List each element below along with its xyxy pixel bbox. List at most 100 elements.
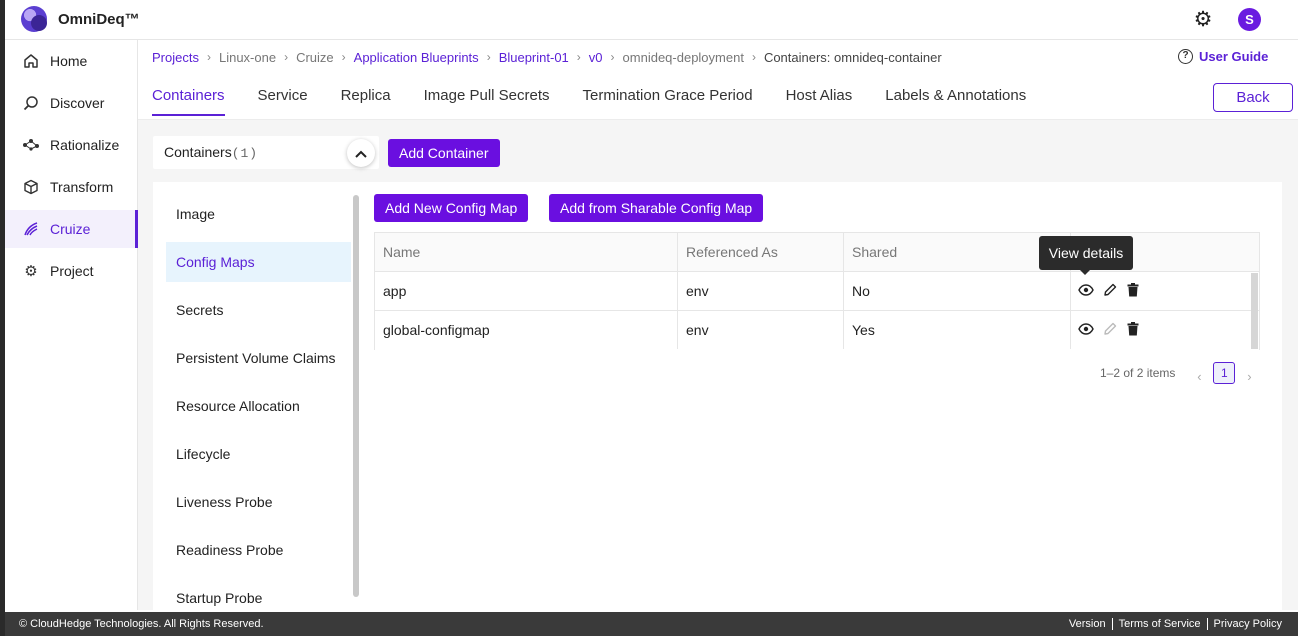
sidebar-item-project[interactable]: ⚙ Project [5, 252, 138, 290]
user-guide-label: User Guide [1199, 49, 1269, 64]
pagination: 1–2 of 2 items ‹ 1 › [1100, 361, 1259, 385]
footer-links: Version Terms of Service Privacy Policy [1063, 618, 1288, 630]
footer: © CloudHedge Technologies. All Rights Re… [5, 612, 1298, 636]
copyright-text: © CloudHedge Technologies. All Rights Re… [19, 618, 264, 630]
cell-name: global-configmap [375, 311, 678, 349]
view-details-tooltip: View details [1039, 236, 1133, 275]
subnav-readiness-probe[interactable]: Readiness Probe [166, 530, 351, 570]
cell-actions [1071, 272, 1259, 310]
sidebar-item-cruize[interactable]: Cruize [5, 210, 138, 248]
footer-link-version[interactable]: Version [1063, 618, 1112, 630]
chevron-right-icon: › [341, 50, 346, 64]
tab-service[interactable]: Service [258, 80, 308, 116]
gear-icon: ⚙ [24, 263, 38, 280]
subnav-image[interactable]: Image [166, 194, 351, 234]
table-row: app env No [375, 272, 1259, 311]
edit-pencil-icon[interactable] [1102, 283, 1118, 299]
user-avatar[interactable]: S [1238, 8, 1261, 31]
chevron-right-icon: › [610, 50, 615, 64]
view-eye-icon[interactable] [1078, 283, 1094, 299]
tab-host-alias[interactable]: Host Alias [786, 80, 853, 116]
search-icon [22, 94, 40, 112]
sidebar-item-label: Discover [50, 95, 105, 111]
cell-referenced-as: env [678, 272, 844, 310]
tab-labels-annotations[interactable]: Labels & Annotations [885, 80, 1026, 116]
nodes-icon [22, 136, 40, 154]
help-icon: ? [1178, 49, 1193, 64]
breadcrumb-blueprint[interactable]: Blueprint-01 [499, 50, 569, 65]
subnav-liveness-probe[interactable]: Liveness Probe [166, 482, 351, 522]
footer-link-terms[interactable]: Terms of Service [1111, 618, 1207, 630]
delete-trash-icon[interactable] [1125, 322, 1141, 338]
cruize-icon [22, 220, 40, 238]
tab-image-pull-secrets[interactable]: Image Pull Secrets [424, 80, 550, 116]
sidebar-item-transform[interactable]: Transform [5, 168, 138, 206]
delete-trash-icon[interactable] [1125, 283, 1141, 299]
sidebar: Home Discover Rationalize Transform Crui… [5, 40, 138, 610]
sidebar-item-label: Cruize [50, 221, 91, 237]
subnav-startup-probe[interactable]: Startup Probe [166, 578, 351, 610]
sidebar-item-rationalize[interactable]: Rationalize [5, 126, 138, 164]
view-eye-icon[interactable] [1078, 322, 1094, 338]
tab-termination-grace-period[interactable]: Termination Grace Period [583, 80, 753, 116]
breadcrumb-linux-one: Linux-one [218, 49, 277, 65]
cell-shared: Yes [844, 311, 1071, 349]
next-page-chevron-right-icon[interactable]: › [1239, 369, 1259, 384]
brand-name: OmniDeq™ [58, 11, 140, 28]
cell-actions [1071, 311, 1259, 349]
sidebar-item-label: Transform [50, 179, 114, 195]
breadcrumb-current: Containers: omnideq-container [763, 49, 942, 65]
cell-shared: No [844, 272, 1071, 310]
column-header-name: Name [375, 233, 678, 271]
cube-icon [22, 178, 40, 196]
sidebar-item-label: Rationalize [50, 137, 120, 153]
prev-page-chevron-left-icon[interactable]: ‹ [1189, 369, 1209, 384]
sidebar-item-home[interactable]: Home [5, 42, 138, 80]
cell-referenced-as: env [678, 311, 844, 349]
tab-bar: Containers Service Replica Image Pull Se… [152, 80, 1059, 120]
breadcrumb-cruize: Cruize [296, 49, 334, 65]
column-header-shared: Shared [844, 233, 1071, 271]
breadcrumb: Projects › Linux-one › Cruize › Applicat… [152, 49, 942, 65]
user-guide-link[interactable]: ? User Guide [1178, 49, 1268, 64]
subnav-secrets[interactable]: Secrets [166, 290, 351, 330]
sidebar-item-discover[interactable]: Discover [5, 84, 138, 122]
settings-gear-icon[interactable]: ⚙ [1192, 9, 1214, 31]
edit-pencil-icon [1102, 322, 1118, 338]
subnav-scrollbar[interactable] [353, 195, 359, 597]
page-number-button[interactable]: 1 [1213, 362, 1236, 384]
sidebar-item-label: Home [50, 53, 88, 69]
tab-containers[interactable]: Containers [152, 80, 225, 116]
subnav-config-maps[interactable]: Config Maps [166, 242, 351, 282]
collapse-chevron-up-icon[interactable] [347, 139, 375, 167]
containers-selector[interactable]: Containers(1) [153, 136, 379, 169]
add-container-button[interactable]: Add Container [388, 139, 500, 167]
subnav-persistent-volume-claims[interactable]: Persistent Volume Claims [166, 338, 351, 378]
table-scrollbar[interactable] [1251, 273, 1258, 349]
back-button[interactable]: Back [1213, 83, 1293, 112]
breadcrumb-deployment: omnideq-deployment [622, 49, 744, 65]
chevron-right-icon: › [284, 50, 289, 64]
chevron-right-icon: › [486, 50, 491, 64]
containers-label: Containers(1) [164, 144, 258, 161]
cell-name: app [375, 272, 678, 310]
column-header-referenced-as: Referenced As [678, 233, 844, 271]
table-row: global-configmap env Yes [375, 311, 1259, 350]
add-new-config-map-button[interactable]: Add New Config Map [374, 194, 529, 222]
breadcrumb-application-blueprints[interactable]: Application Blueprints [354, 50, 479, 65]
chevron-right-icon: › [206, 50, 211, 64]
pagination-summary: 1–2 of 2 items [1100, 366, 1176, 380]
containers-title: Containers [164, 144, 232, 160]
omnideq-logo-icon[interactable] [21, 6, 47, 32]
subnav-resource-allocation[interactable]: Resource Allocation [166, 386, 351, 426]
add-sharable-config-map-button[interactable]: Add from Sharable Config Map [549, 194, 764, 222]
breadcrumb-version[interactable]: v0 [589, 50, 603, 65]
chevron-right-icon: › [751, 50, 756, 64]
tab-replica[interactable]: Replica [341, 80, 391, 116]
home-icon [22, 52, 40, 70]
containers-count: (1) [231, 146, 259, 161]
chevron-right-icon: › [576, 50, 581, 64]
breadcrumb-projects[interactable]: Projects [152, 50, 199, 65]
subnav-lifecycle[interactable]: Lifecycle [166, 434, 351, 474]
footer-link-privacy[interactable]: Privacy Policy [1206, 618, 1288, 630]
